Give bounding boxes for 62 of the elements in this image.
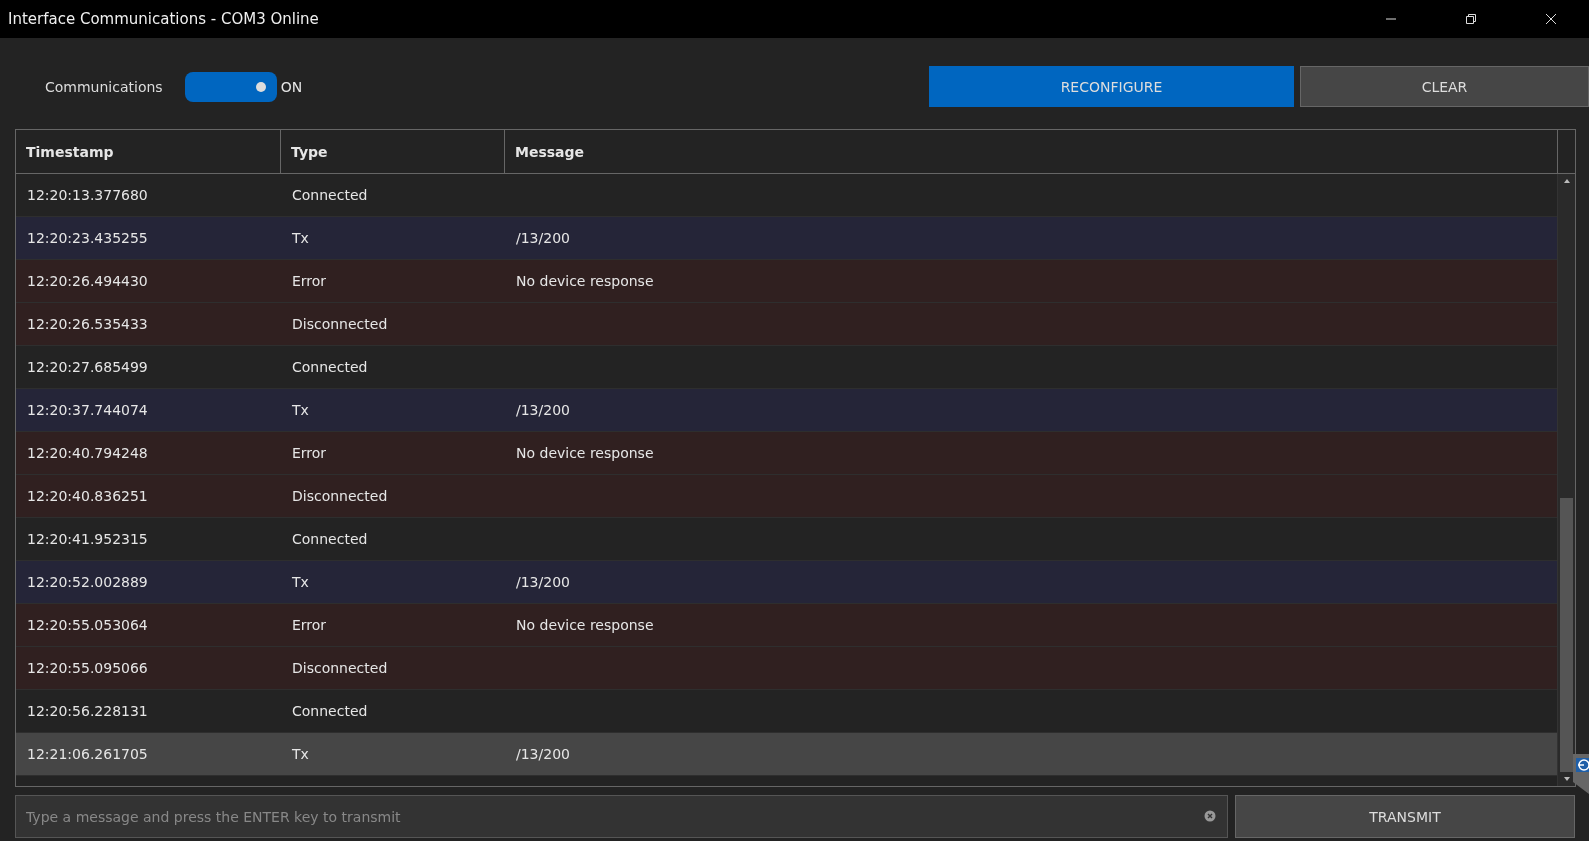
table-cell: Connected xyxy=(292,703,368,719)
table-cell: Tx xyxy=(292,230,309,246)
table-cell: Tx xyxy=(292,402,309,418)
table-cell: Connected xyxy=(292,187,368,203)
table-cell: 12:20:40.836251 xyxy=(27,488,148,504)
table-cell: Tx xyxy=(292,574,309,590)
table-cell: Connected xyxy=(292,359,368,375)
table-cell: 12:20:52.002889 xyxy=(27,574,148,590)
log-row[interactable]: 12:20:26.535433 Disconnected xyxy=(16,303,1557,346)
toggle-switch[interactable] xyxy=(184,71,277,102)
log-row[interactable]: 12:20:40.794248 Error No device response xyxy=(16,432,1557,475)
table-cell: 12:20:55.095066 xyxy=(27,660,148,676)
table-cell: Connected xyxy=(292,531,368,547)
table-cell: /13/200 xyxy=(516,574,570,590)
column-header[interactable]: Timestamp xyxy=(16,130,281,173)
action-button[interactable]: CLEAR xyxy=(1300,66,1589,107)
table-cell: Disconnected xyxy=(292,488,388,504)
table-cell: 12:20:55.053064 xyxy=(27,617,148,633)
table-cell: 12:20:23.435255 xyxy=(27,230,148,246)
log-row[interactable]: 12:20:26.494430 Error No device response xyxy=(16,260,1557,303)
toggle-state: ON xyxy=(280,78,303,95)
table-cell: 12:20:26.535433 xyxy=(27,316,148,332)
scroll-thumb[interactable] xyxy=(1560,497,1573,772)
restore-icon[interactable] xyxy=(1465,13,1477,25)
table-cell: 12:20:56.228131 xyxy=(27,703,148,719)
clear-icon[interactable] xyxy=(1204,810,1216,822)
log-row[interactable]: 12:20:55.095066 Disconnected xyxy=(16,647,1557,690)
table-cell: Disconnected xyxy=(292,660,388,676)
log-row[interactable]: 12:20:52.002889 Tx /13/200 xyxy=(16,561,1557,604)
close-icon[interactable] xyxy=(1545,13,1557,25)
table-cell: Error xyxy=(292,445,327,461)
table-cell: No device response xyxy=(516,445,654,461)
table-cell: No device response xyxy=(516,617,654,633)
table-cell: 12:21:06.261705 xyxy=(27,746,148,762)
table-cell: 12:20:37.744074 xyxy=(27,402,148,418)
action-button[interactable]: RECONFIGURE xyxy=(929,66,1294,107)
table-cell: No device response xyxy=(516,273,654,289)
table-cell: Error xyxy=(292,617,327,633)
column-header[interactable]: Type xyxy=(281,130,505,173)
table-cell: /13/200 xyxy=(516,746,570,762)
table-cell: 12:20:40.794248 xyxy=(27,445,148,461)
message-input[interactable]: Type a message and press the ENTER key to transmit xyxy=(15,795,1228,838)
log-row[interactable]: 12:20:40.836251 Disconnected xyxy=(16,475,1557,518)
log-row[interactable]: 12:20:55.053064 Error No device response xyxy=(16,604,1557,647)
window-title: Interface Communications - COM3 Online xyxy=(7,10,319,28)
table-cell: 12:20:27.685499 xyxy=(27,359,148,375)
column-header[interactable]: Message xyxy=(505,130,1558,173)
scrollbar[interactable] xyxy=(1557,174,1575,786)
log-row[interactable]: 12:21:06.261705 Tx /13/200 xyxy=(16,733,1557,776)
table-cell: Tx xyxy=(292,746,309,762)
table-cell: /13/200 xyxy=(516,230,570,246)
log-row[interactable]: 12:20:37.744074 Tx /13/200 xyxy=(16,389,1557,432)
transmit-button[interactable]: TRANSMIT xyxy=(1235,795,1575,838)
table-cell: Error xyxy=(292,273,327,289)
remote-tab-icon[interactable] xyxy=(1573,754,1589,794)
table-cell: 12:20:41.952315 xyxy=(27,531,148,547)
table-cell: Disconnected xyxy=(292,316,388,332)
log-row[interactable]: 12:20:23.435255 Tx /13/200 xyxy=(16,217,1557,260)
table-cell: 12:20:13.377680 xyxy=(27,187,148,203)
table-cell: /13/200 xyxy=(516,402,570,418)
communications-label: Communications xyxy=(45,78,163,95)
table-cell: 12:20:26.494430 xyxy=(27,273,148,289)
